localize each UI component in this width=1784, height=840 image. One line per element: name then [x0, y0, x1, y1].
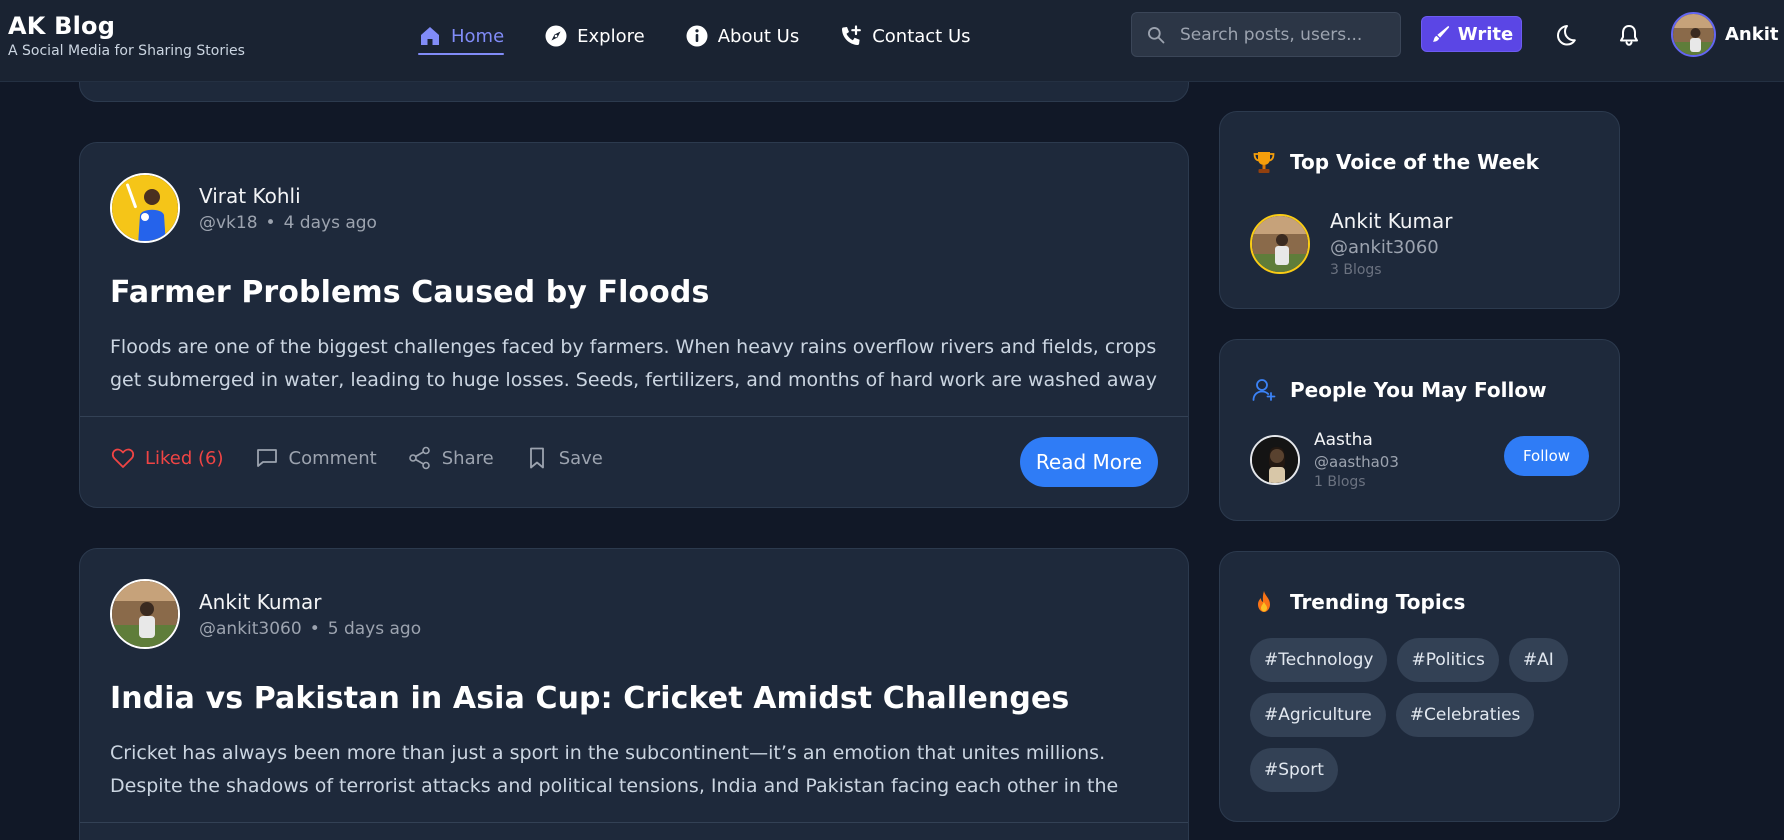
suggested-user[interactable]: Aastha @aastha03 1 Blogs: [1250, 430, 1399, 490]
post-author-row: Virat Kohli @vk18 • 4 days ago: [110, 173, 377, 243]
people-to-follow-card: People You May Follow Aastha @aastha03 1…: [1219, 339, 1620, 521]
write-button-label: Write: [1457, 23, 1514, 45]
author-name[interactable]: Virat Kohli: [199, 184, 377, 208]
suggested-user-name[interactable]: Aastha: [1314, 430, 1399, 450]
compass-icon: [545, 25, 567, 47]
avatar: [1671, 12, 1716, 57]
like-label: Liked (6): [145, 447, 224, 469]
heart-icon: [111, 448, 135, 468]
brand-subtitle: A Social Media for Sharing Stories: [8, 43, 245, 59]
share-label: Share: [441, 447, 494, 469]
share-button[interactable]: Share: [407, 445, 494, 471]
read-more-button[interactable]: Read More: [1020, 437, 1158, 487]
post-card: Virat Kohli @vk18 • 4 days ago Farmer Prob…: [79, 142, 1189, 508]
author-name[interactable]: Ankit Kumar: [199, 590, 421, 614]
post-excerpt: Floods are one of the biggest challenges…: [110, 336, 1157, 391]
post-actions: Liked (6) Comment Share Save: [110, 445, 633, 471]
nav-contact[interactable]: Contact Us: [839, 20, 971, 52]
top-voice-card: Top Voice of the Week Ankit Kumar @ankit…: [1219, 111, 1620, 309]
tag-list: #Technology #Politics #AI #Agriculture #…: [1250, 638, 1590, 792]
share-icon: [408, 446, 430, 470]
suggested-user-handle: @aastha03: [1314, 453, 1399, 471]
trophy-icon: [1253, 152, 1275, 173]
post-time: 4 days ago: [283, 212, 377, 233]
user-name: Ankit: [1725, 24, 1779, 45]
notifications-button[interactable]: [1615, 21, 1643, 49]
nav-explore-label: Explore: [577, 25, 645, 47]
main-nav: Home Explore About Us Contact Us: [418, 20, 1011, 55]
suggested-user-blog-count: 1 Blogs: [1314, 474, 1366, 490]
like-button[interactable]: Liked (6): [110, 445, 224, 471]
phone-plus-icon: [842, 25, 862, 45]
trending-topics-card: Trending Topics #Technology #Politics #A…: [1219, 551, 1620, 822]
moon-icon: [1557, 25, 1576, 46]
search-box: [1131, 12, 1401, 57]
nav-home-label: Home: [451, 25, 505, 47]
brand-title[interactable]: AK Blog: [8, 12, 245, 40]
nav-home[interactable]: Home: [418, 20, 505, 55]
user-menu[interactable]: Ankit: [1671, 12, 1779, 57]
comment-button[interactable]: Comment: [254, 445, 377, 471]
bookmark-icon: [529, 447, 544, 469]
search-input[interactable]: [1180, 24, 1390, 45]
post-card: Ankit Kumar @ankit3060 • 5 days ago India …: [79, 548, 1189, 840]
tag-chip[interactable]: #Technology: [1250, 638, 1388, 682]
pen-icon: [1432, 26, 1449, 42]
tag-chip[interactable]: #Agriculture: [1250, 693, 1386, 737]
tag-chip[interactable]: #AI: [1508, 638, 1568, 682]
bell-icon: [1620, 25, 1638, 46]
post-title[interactable]: Farmer Problems Caused by Floods: [110, 275, 709, 310]
top-voice-handle: @ankit3060: [1330, 237, 1439, 258]
trending-title: Trending Topics: [1290, 590, 1466, 614]
save-label: Save: [558, 447, 603, 469]
top-voice-name[interactable]: Ankit Kumar: [1330, 209, 1452, 233]
nav-contact-label: Contact Us: [872, 25, 971, 47]
top-voice-title: Top Voice of the Week: [1290, 150, 1539, 174]
tag-chip[interactable]: #Politics: [1397, 638, 1499, 682]
nav-explore[interactable]: Explore: [544, 20, 645, 52]
avatar[interactable]: [110, 579, 180, 649]
theme-toggle-button[interactable]: [1551, 21, 1579, 49]
post-title[interactable]: India vs Pakistan in Asia Cup: Cricket A…: [110, 681, 1069, 716]
post-time: 5 days ago: [327, 618, 422, 639]
info-icon: [686, 25, 708, 47]
author-handle: @vk18: [199, 212, 258, 233]
top-voice-blog-count: 3 Blogs: [1330, 262, 1382, 278]
post-excerpt: Cricket has always been more than just a…: [110, 742, 1119, 797]
fire-icon: [1258, 591, 1270, 612]
top-navbar: AK Blog A Social Media for Sharing Stori…: [0, 0, 1784, 82]
top-voice-user[interactable]: Ankit Kumar @ankit3060 3 Blogs: [1250, 209, 1452, 278]
divider: [80, 416, 1188, 417]
tag-chip[interactable]: #Celebraties: [1395, 693, 1535, 737]
nav-about-label: About Us: [717, 25, 800, 47]
avatar[interactable]: [1250, 213, 1310, 274]
user-plus-icon: [1252, 379, 1276, 401]
write-button[interactable]: Write: [1421, 16, 1522, 52]
home-icon: [421, 27, 439, 45]
people-title: People You May Follow: [1290, 378, 1547, 402]
avatar[interactable]: [110, 173, 180, 243]
comment-icon: [256, 449, 277, 467]
save-button[interactable]: Save: [524, 445, 603, 471]
nav-about[interactable]: About Us: [685, 20, 800, 52]
brand[interactable]: AK Blog A Social Media for Sharing Stori…: [8, 12, 245, 59]
post-author-row: Ankit Kumar @ankit3060 • 5 days ago: [110, 579, 421, 649]
author-handle: @ankit3060: [199, 618, 302, 639]
avatar[interactable]: [1250, 435, 1300, 485]
divider: [80, 822, 1188, 823]
follow-button[interactable]: Follow: [1504, 436, 1589, 476]
tag-chip[interactable]: #Sport: [1250, 748, 1338, 792]
comment-label: Comment: [288, 447, 377, 469]
search-icon: [1148, 26, 1165, 43]
